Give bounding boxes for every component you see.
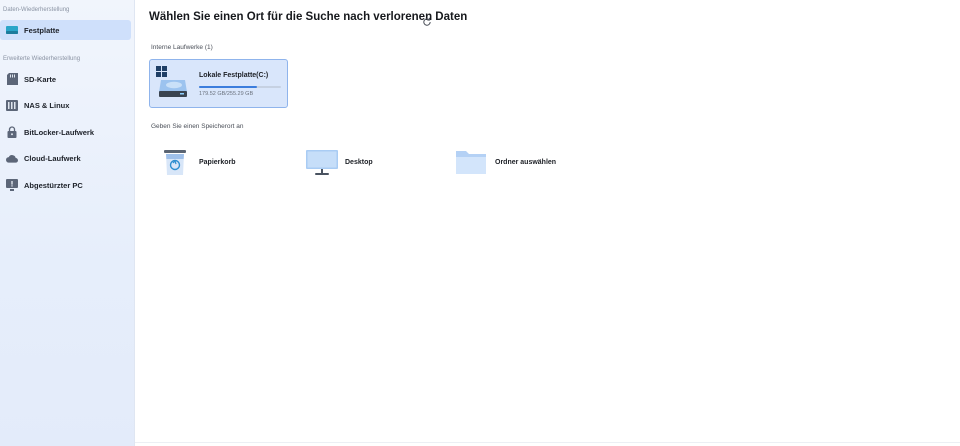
sidebar-item-label: Cloud-Laufwerk bbox=[24, 153, 81, 163]
drive-usage-bar bbox=[199, 86, 281, 88]
sidebar-item-cloud[interactable]: Cloud-Laufwerk bbox=[0, 148, 131, 168]
sidebar-item-sd-karte[interactable]: SD-Karte bbox=[0, 69, 131, 89]
sidebar-item-bitlocker[interactable]: BitLocker-Laufwerk bbox=[0, 122, 131, 142]
location-label: Papierkorb bbox=[199, 158, 236, 166]
location-recycle-bin[interactable]: Papierkorb bbox=[160, 147, 236, 177]
windows-drive-icon bbox=[156, 66, 188, 98]
sidebar-section-data-recovery: Daten-Wiederherstellung bbox=[3, 7, 70, 13]
sidebar-item-festplatte[interactable]: Festplatte bbox=[0, 20, 131, 40]
sidebar-item-nas-linux[interactable]: NAS & Linux bbox=[0, 95, 131, 115]
sidebar-item-label: Festplatte bbox=[24, 25, 60, 35]
drive-card-c[interactable]: Lokale Festplatte(C:) 179.52 GB/255.29 G… bbox=[149, 59, 288, 108]
sidebar-item-label: Abgestürzter PC bbox=[24, 180, 83, 190]
hard-drive-icon bbox=[6, 24, 18, 36]
refresh-icon[interactable] bbox=[422, 14, 432, 26]
drive-usage-fill bbox=[199, 86, 257, 88]
location-desktop[interactable]: Desktop bbox=[306, 147, 373, 177]
page-title: Wählen Sie einen Ort für die Suche nach … bbox=[149, 11, 468, 23]
crashed-pc-icon bbox=[6, 179, 18, 191]
sidebar-item-label: NAS & Linux bbox=[24, 100, 70, 110]
recycle-bin-icon bbox=[160, 147, 190, 177]
drive-size: 179.52 GB/255.29 GB bbox=[199, 91, 254, 97]
bitlocker-icon bbox=[6, 126, 18, 138]
internal-drives-label: Interne Laufwerke (1) bbox=[151, 44, 213, 51]
folder-icon bbox=[456, 147, 486, 177]
sidebar-item-crashed-pc[interactable]: Abgestürzter PC bbox=[0, 175, 131, 195]
sidebar-item-label: SD-Karte bbox=[24, 74, 57, 84]
location-select-folder[interactable]: Ordner auswählen bbox=[456, 147, 556, 177]
sd-card-icon bbox=[6, 73, 18, 85]
specify-location-label: Geben Sie einen Speicherort an bbox=[151, 123, 244, 130]
sidebar-item-label: BitLocker-Laufwerk bbox=[24, 127, 95, 137]
desktop-icon bbox=[306, 147, 338, 177]
bottom-divider bbox=[135, 442, 960, 443]
location-label: Ordner auswählen bbox=[495, 158, 557, 166]
nas-icon bbox=[6, 99, 18, 111]
drive-name: Lokale Festplatte(C:) bbox=[199, 72, 269, 79]
cloud-icon bbox=[6, 152, 18, 164]
sidebar-section-advanced: Erweiterte Wiederherstellung bbox=[3, 56, 81, 62]
location-label: Desktop bbox=[345, 158, 373, 166]
sidebar: Daten-Wiederherstellung Festplatte Erwei… bbox=[0, 0, 135, 446]
